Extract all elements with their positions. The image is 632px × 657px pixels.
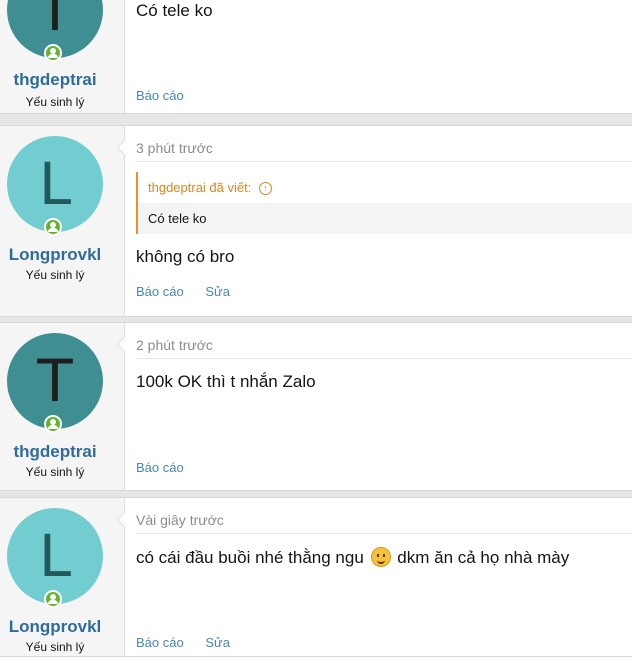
username-link[interactable]: Longprovkl xyxy=(0,617,110,637)
edit-link[interactable]: Sửa xyxy=(205,284,230,299)
username-link[interactable]: thgdeptrai xyxy=(0,442,110,462)
username-link[interactable]: Longprovkl xyxy=(0,245,110,265)
online-status-icon xyxy=(44,415,62,433)
post-1: T thgdeptrai Yếu sinh lý Có tele ko Báo … xyxy=(0,0,632,114)
post-1-user-column: T thgdeptrai Yếu sinh lý xyxy=(0,0,125,113)
post-3: T thgdeptrai Yếu sinh lý 2 phút trước 10… xyxy=(0,322,632,491)
post-actions: Báo cáo Sửa xyxy=(136,284,248,299)
user-title: Yếu sinh lý xyxy=(25,95,85,109)
report-link[interactable]: Báo cáo xyxy=(136,460,184,475)
post-timestamp[interactable]: Vài giây trước xyxy=(136,512,224,528)
post-4-user-column: L Longprovkl Yếu sinh lý xyxy=(0,498,125,656)
online-status-icon xyxy=(44,590,62,608)
user-title: Yếu sinh lý xyxy=(25,640,85,654)
post-message: không có bro xyxy=(136,247,235,266)
online-status-icon xyxy=(44,218,62,236)
post-actions: Báo cáo xyxy=(136,88,202,103)
online-status-icon xyxy=(44,44,62,62)
report-link[interactable]: Báo cáo xyxy=(136,635,184,650)
quote-author: thgdeptrai đã viết: xyxy=(148,180,252,195)
divider xyxy=(136,358,632,359)
message-text-part-2: dkm ăn cả họ nhà mày xyxy=(397,548,570,567)
quote-block: thgdeptrai đã viết: ↑ Có tele ko xyxy=(136,172,632,234)
report-link[interactable]: Báo cáo xyxy=(136,284,184,299)
quote-header[interactable]: thgdeptrai đã viết: ↑ xyxy=(138,172,632,203)
post-2-user-column: L Longprovkl Yếu sinh lý xyxy=(0,126,125,316)
post-4: L Longprovkl Yếu sinh lý Vài giây trước … xyxy=(0,497,632,657)
user-title: Yếu sinh lý xyxy=(25,268,85,282)
post-timestamp[interactable]: 3 phút trước xyxy=(136,140,213,156)
username-link[interactable]: thgdeptrai xyxy=(0,70,110,90)
user-title: Yếu sinh lý xyxy=(25,465,85,479)
edit-link[interactable]: Sửa xyxy=(205,635,230,650)
post-2: L Longprovkl Yếu sinh lý 3 phút trước th… xyxy=(0,125,632,317)
post-message: có cái đầu buồi nhé thằng ngu dkm ăn cả … xyxy=(136,547,569,568)
arrow-up-icon[interactable]: ↑ xyxy=(258,182,272,196)
quote-text: Có tele ko xyxy=(138,203,632,234)
post-timestamp[interactable]: 2 phút trước xyxy=(136,337,213,353)
message-text-part-1: có cái đầu buồi nhé thằng ngu xyxy=(136,548,364,567)
post-3-user-column: T thgdeptrai Yếu sinh lý xyxy=(0,323,125,490)
post-actions: Báo cáo Sửa xyxy=(136,635,248,650)
divider xyxy=(136,161,632,162)
report-link[interactable]: Báo cáo xyxy=(136,88,184,103)
post-actions: Báo cáo xyxy=(136,460,202,475)
divider xyxy=(136,533,632,534)
smiley-face-icon xyxy=(370,547,391,567)
post-message: 100k OK thì t nhắn Zalo xyxy=(136,372,316,391)
post-message: Có tele ko xyxy=(136,1,213,20)
